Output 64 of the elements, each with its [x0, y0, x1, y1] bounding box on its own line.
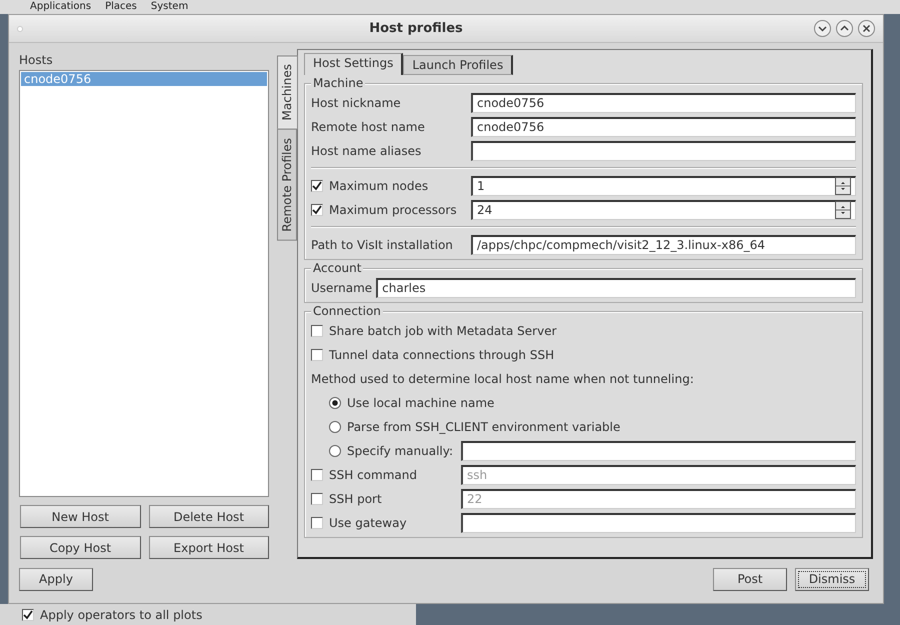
- spin-field[interactable]: 24: [471, 200, 856, 220]
- checkbox-label: SSH command: [329, 468, 417, 482]
- input-field[interactable]: [461, 512, 856, 532]
- input-field[interactable]: [471, 140, 856, 160]
- field-label: Path to VisIt installation: [311, 238, 454, 252]
- field-label: Remote host name: [311, 120, 426, 134]
- input-field[interactable]: cnode0756: [471, 92, 856, 112]
- side-tab[interactable]: Machines: [277, 55, 298, 130]
- radio-button[interactable]: [329, 396, 341, 408]
- spin-arrows-icon[interactable]: [835, 201, 851, 219]
- checkbox[interactable]: [311, 348, 323, 360]
- radio-label: Use local machine name: [347, 396, 494, 410]
- field-label: Host nickname: [311, 96, 402, 110]
- host-button[interactable]: Delete Host: [148, 505, 269, 528]
- input-field[interactable]: [461, 440, 856, 460]
- radio-button[interactable]: [329, 420, 341, 432]
- checkbox[interactable]: [311, 492, 323, 504]
- tab[interactable]: Host Settings: [304, 53, 404, 75]
- spin-arrows-icon[interactable]: [835, 177, 851, 195]
- input-field[interactable]: cnode0756: [471, 116, 856, 136]
- host-button[interactable]: Export Host: [148, 536, 269, 559]
- desktop-menu-item[interactable]: Places: [105, 0, 137, 14]
- checkbox[interactable]: [22, 608, 34, 620]
- dialog-button[interactable]: Dismiss: [795, 568, 869, 590]
- checkbox[interactable]: [311, 180, 323, 192]
- spin-field[interactable]: 1: [471, 176, 856, 196]
- checkbox-label: Maximum nodes: [329, 178, 428, 192]
- field-label: Username: [311, 280, 372, 294]
- input-field[interactable]: /apps/chpc/compmech/visit2_12_3.linux-x86_64: [471, 234, 856, 254]
- checkbox[interactable]: [311, 516, 323, 528]
- window-title: Host profiles: [368, 21, 464, 36]
- group-title: Connection: [311, 304, 383, 318]
- tab[interactable]: Launch Profiles: [403, 55, 514, 75]
- checkbox[interactable]: [311, 204, 323, 216]
- minimize-button[interactable]: [814, 20, 831, 37]
- input-field[interactable]: charles: [376, 278, 856, 298]
- checkbox-label: Use gateway: [329, 516, 407, 530]
- checkbox-label: Maximum processors: [329, 202, 457, 216]
- maximize-button[interactable]: [836, 20, 853, 37]
- checkbox[interactable]: [311, 324, 323, 336]
- host-button[interactable]: New Host: [20, 505, 140, 528]
- group-title: Account: [311, 261, 364, 275]
- radio-label: Specify manually:: [347, 444, 454, 458]
- side-tab[interactable]: Remote Profiles: [277, 129, 297, 242]
- group-title: Machine: [311, 76, 366, 90]
- chevron-up-icon: [840, 24, 849, 33]
- radio-label: Parse from SSH_CLIENT environment variable: [347, 420, 620, 434]
- method-label: Method used to determine local host name when not tunneling:: [311, 372, 694, 386]
- checkbox-label: SSH port: [329, 492, 382, 506]
- checkbox-label: Share batch job with Metadata Server: [329, 324, 557, 338]
- checkbox[interactable]: [311, 468, 323, 480]
- checkbox-label: Tunnel data connections through SSH: [329, 348, 554, 362]
- dialog-button[interactable]: Post: [713, 568, 787, 590]
- close-button[interactable]: [858, 20, 875, 37]
- radio-button[interactable]: [329, 444, 341, 456]
- chevron-down-icon: [818, 24, 827, 33]
- host-button[interactable]: Copy Host: [20, 536, 140, 559]
- apply-button[interactable]: Apply: [19, 568, 93, 590]
- field-label: Host name aliases: [311, 144, 422, 158]
- checkbox-label: Apply operators to all plots: [40, 608, 202, 622]
- desktop-menu-item[interactable]: Applications: [30, 0, 92, 14]
- hosts-label: Hosts: [19, 52, 54, 69]
- close-icon: [862, 24, 871, 33]
- desktop-menu-item[interactable]: System: [150, 0, 188, 14]
